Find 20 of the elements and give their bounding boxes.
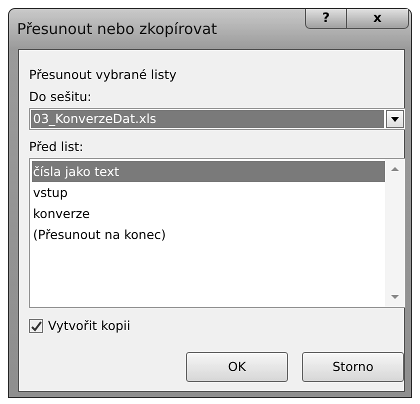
workbook-label: Do sešitu: <box>29 88 92 106</box>
workbook-dropdown[interactable]: 03_KonverzeDat.xls <box>29 108 406 130</box>
sheet-item[interactable]: čísla jako text <box>32 161 385 182</box>
workbook-value: 03_KonverzeDat.xls <box>31 110 384 128</box>
ok-button[interactable]: OK <box>186 352 288 382</box>
scroll-up-icon[interactable] <box>391 167 399 171</box>
cancel-button[interactable]: Storno <box>302 352 404 382</box>
copy-label[interactable]: Vytvořit kopii <box>48 316 130 336</box>
window-title: Přesunout nebo zkopírovat <box>17 18 218 40</box>
caret-icon <box>391 116 399 122</box>
scroll-down-icon[interactable] <box>391 295 399 299</box>
close-button[interactable]: x <box>347 9 409 29</box>
scrollbar[interactable] <box>385 159 405 307</box>
sheet-item[interactable]: (Přesunout na konec) <box>32 224 385 245</box>
instruction-label: Přesunout vybrané listy <box>29 66 178 84</box>
sheet-item[interactable]: vstup <box>32 182 385 203</box>
sheet-item[interactable]: konverze <box>32 203 385 224</box>
copy-checkbox[interactable] <box>29 319 43 333</box>
help-button[interactable]: ? <box>305 9 347 29</box>
sheet-list-label: Před list: <box>29 138 84 156</box>
